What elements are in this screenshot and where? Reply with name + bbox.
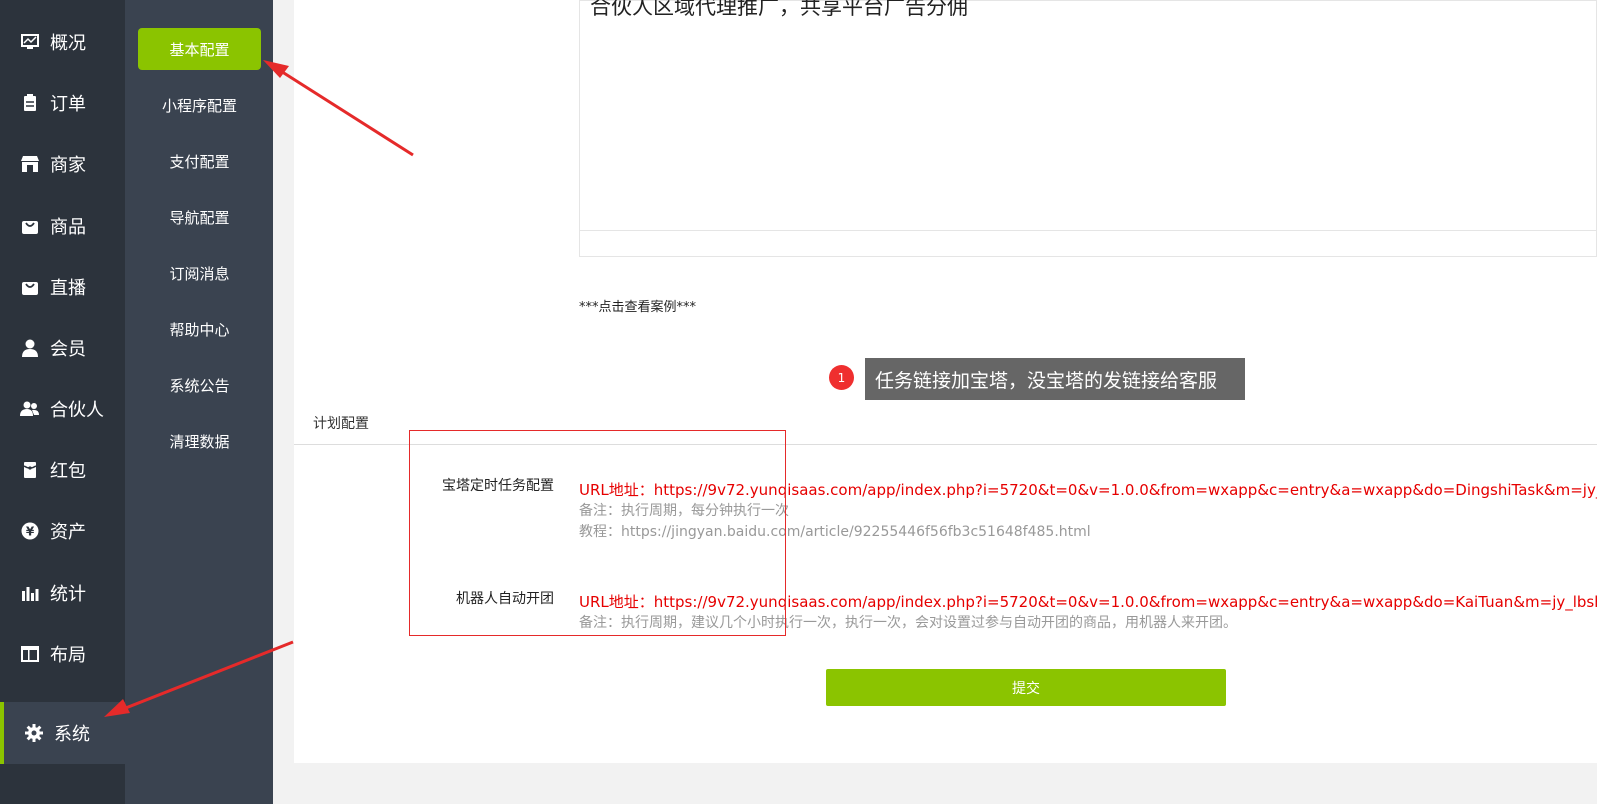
baota-task-label: 宝塔定时任务配置 — [442, 478, 554, 494]
description-textarea[interactable]: 合伙人区域代理推广，共享平台广告分佣 — [579, 0, 1597, 257]
layout-icon — [20, 644, 40, 664]
subnav-clear-data[interactable]: 清理数据 — [138, 420, 261, 462]
live-icon — [20, 277, 40, 297]
sidebar-item-assets[interactable]: ¥ 资产 — [0, 500, 125, 562]
primary-sidebar: 概况 订单 商家 商品 直播 会员 合伙人 红包 ¥ 资产 统计 布局 系统 — [0, 0, 125, 804]
sidebar-item-label: 布局 — [50, 645, 86, 666]
section-divider — [294, 444, 1597, 445]
sidebar-item-merchants[interactable]: 商家 — [0, 133, 125, 195]
subnav-basic-config[interactable]: 基本配置 — [138, 28, 261, 70]
sidebar-item-redpacket[interactable]: 红包 — [0, 439, 125, 501]
user-icon — [20, 338, 40, 358]
baota-task-url: URL地址：https://9v72.yunqisaas.com/app/ind… — [579, 481, 1597, 499]
sidebar-item-products[interactable]: 商品 — [0, 195, 125, 257]
clipboard-icon — [20, 93, 40, 113]
sidebar-item-layout[interactable]: 布局 — [0, 623, 125, 685]
yen-icon: ¥ — [20, 521, 40, 541]
sidebar-item-members[interactable]: 会员 — [0, 317, 125, 379]
sidebar-item-stats[interactable]: 统计 — [0, 562, 125, 624]
baota-task-note: 备注：执行周期，每分钟执行一次 — [579, 503, 789, 519]
sidebar-item-label: 统计 — [50, 584, 86, 605]
subnav-navigation-config[interactable]: 导航配置 — [138, 196, 261, 238]
subnav-miniprogram-config[interactable]: 小程序配置 — [138, 84, 261, 126]
sidebar-item-label: 资产 — [50, 522, 86, 543]
bag-icon — [20, 216, 40, 236]
robot-group-label: 机器人自动开团 — [456, 591, 554, 607]
subnav-system-announcement[interactable]: 系统公告 — [138, 364, 261, 406]
store-icon — [20, 154, 40, 174]
gear-icon — [24, 723, 44, 743]
sidebar-item-overview[interactable]: 概况 — [0, 11, 125, 73]
sidebar-item-partners[interactable]: 合伙人 — [0, 378, 125, 440]
tip-tooltip: 任务链接加宝塔，没宝塔的发链接给客服 — [865, 358, 1245, 400]
redpacket-icon — [20, 460, 40, 480]
sidebar-item-label: 订单 — [50, 94, 86, 115]
svg-text:¥: ¥ — [26, 525, 35, 539]
sidebar-item-label: 合伙人 — [50, 400, 104, 421]
textarea-text: 合伙人区域代理推广，共享平台广告分佣 — [590, 0, 968, 19]
sidebar-item-label: 系统 — [54, 724, 90, 745]
sidebar-item-label: 概况 — [50, 33, 86, 54]
textarea-footer — [580, 230, 1596, 256]
sidebar-item-label: 直播 — [50, 278, 86, 299]
main-content: 合伙人区域代理推广，共享平台广告分佣 ***点击查看案例*** 1 任务链接加宝… — [294, 0, 1597, 763]
sidebar-item-label: 商家 — [50, 155, 86, 176]
users-icon — [20, 399, 40, 419]
section-title: 计划配置 — [313, 416, 369, 432]
sidebar-item-label: 红包 — [50, 461, 86, 482]
sidebar-item-label: 会员 — [50, 339, 86, 360]
robot-group-url: URL地址：https://9v72.yunqisaas.com/app/ind… — [579, 593, 1597, 611]
chart-icon — [20, 32, 40, 52]
subnav-help-center[interactable]: 帮助中心 — [138, 308, 261, 350]
secondary-sidebar: 基本配置 小程序配置 支付配置 导航配置 订阅消息 帮助中心 系统公告 清理数据 — [125, 0, 273, 804]
sidebar-item-orders[interactable]: 订单 — [0, 72, 125, 134]
bar-chart-icon — [20, 583, 40, 603]
tip-badge: 1 — [829, 365, 854, 390]
subnav-payment-config[interactable]: 支付配置 — [138, 140, 261, 182]
sidebar-item-label: 商品 — [50, 217, 86, 238]
robot-group-note: 备注：执行周期，建议几个小时执行一次，执行一次，会对设置过参与自动开团的商品，用… — [579, 615, 1237, 631]
submit-button[interactable]: 提交 — [826, 669, 1226, 706]
sidebar-item-live[interactable]: 直播 — [0, 256, 125, 318]
sidebar-item-system[interactable]: 系统 — [0, 702, 125, 764]
view-case-link[interactable]: ***点击查看案例*** — [579, 296, 696, 315]
baota-task-tutorial: 教程：https://jingyan.baidu.com/article/922… — [579, 524, 1091, 540]
subnav-subscription-messages[interactable]: 订阅消息 — [138, 252, 261, 294]
